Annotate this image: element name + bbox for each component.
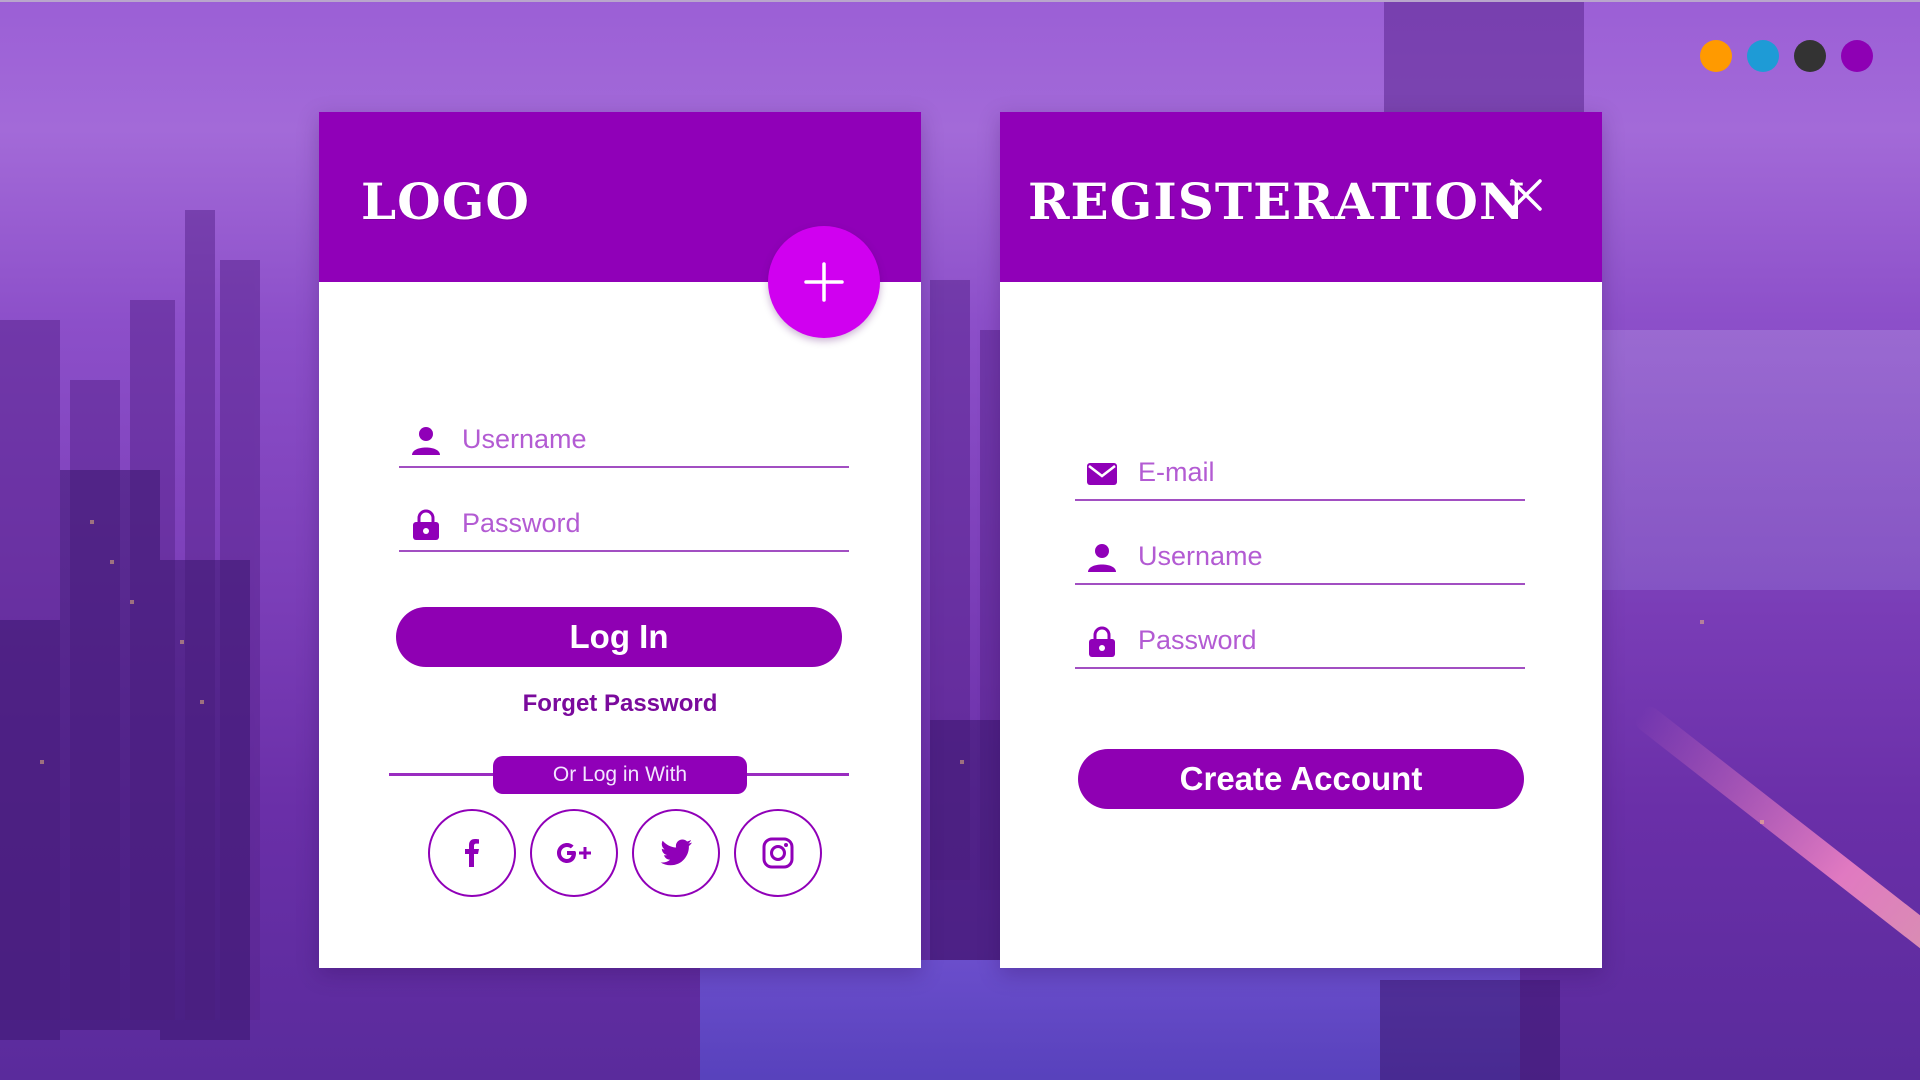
user-icon [1088, 544, 1116, 572]
register-email-field[interactable] [1075, 445, 1525, 501]
google-plus-login-button[interactable] [530, 809, 618, 897]
facebook-login-button[interactable] [428, 809, 516, 897]
social-login-label: Or Log in With [493, 756, 747, 794]
color-swatch-dark[interactable] [1794, 40, 1826, 72]
twitter-icon [660, 839, 692, 866]
login-username-field[interactable] [399, 412, 849, 468]
color-swatch-purple[interactable] [1841, 40, 1873, 72]
google-plus-icon [557, 843, 591, 863]
login-username-input[interactable] [462, 420, 832, 458]
close-icon [1510, 179, 1542, 211]
city-background [0, 0, 1920, 1080]
registration-card-header: REGISTERATION [1000, 112, 1602, 282]
login-button[interactable]: Log In [396, 607, 842, 667]
register-password-input[interactable] [1138, 621, 1508, 659]
registration-card: REGISTERATION Create Account [1000, 112, 1602, 968]
create-account-button[interactable]: Create Account [1078, 749, 1524, 809]
lock-icon [413, 509, 439, 540]
theme-color-picker [1700, 40, 1873, 72]
logo-title: LOGO [361, 172, 530, 231]
plus-icon [804, 262, 844, 302]
lock-icon [1089, 626, 1115, 657]
color-swatch-orange[interactable] [1700, 40, 1732, 72]
user-icon [412, 427, 440, 455]
mail-icon [1087, 463, 1117, 485]
register-username-input[interactable] [1138, 537, 1508, 575]
login-password-field[interactable] [399, 496, 849, 552]
register-username-field[interactable] [1075, 529, 1525, 585]
skyline-silhouette [0, 0, 1764, 1080]
social-login-buttons [428, 809, 822, 897]
add-button[interactable] [768, 226, 880, 338]
registration-title: REGISTERATION [1028, 172, 1526, 231]
login-password-input[interactable] [462, 504, 832, 542]
forgot-password-link[interactable]: Forget Password [319, 690, 921, 718]
register-email-input[interactable] [1138, 453, 1508, 491]
close-button[interactable] [1506, 175, 1546, 215]
login-card: LOGO Log In Forget Password Or Log in Wi… [319, 112, 921, 968]
facebook-icon [465, 839, 479, 867]
top-border [0, 0, 1920, 2]
instagram-icon [762, 837, 794, 869]
color-swatch-blue[interactable] [1747, 40, 1779, 72]
twitter-login-button[interactable] [632, 809, 720, 897]
register-password-field[interactable] [1075, 613, 1525, 669]
instagram-login-button[interactable] [734, 809, 822, 897]
